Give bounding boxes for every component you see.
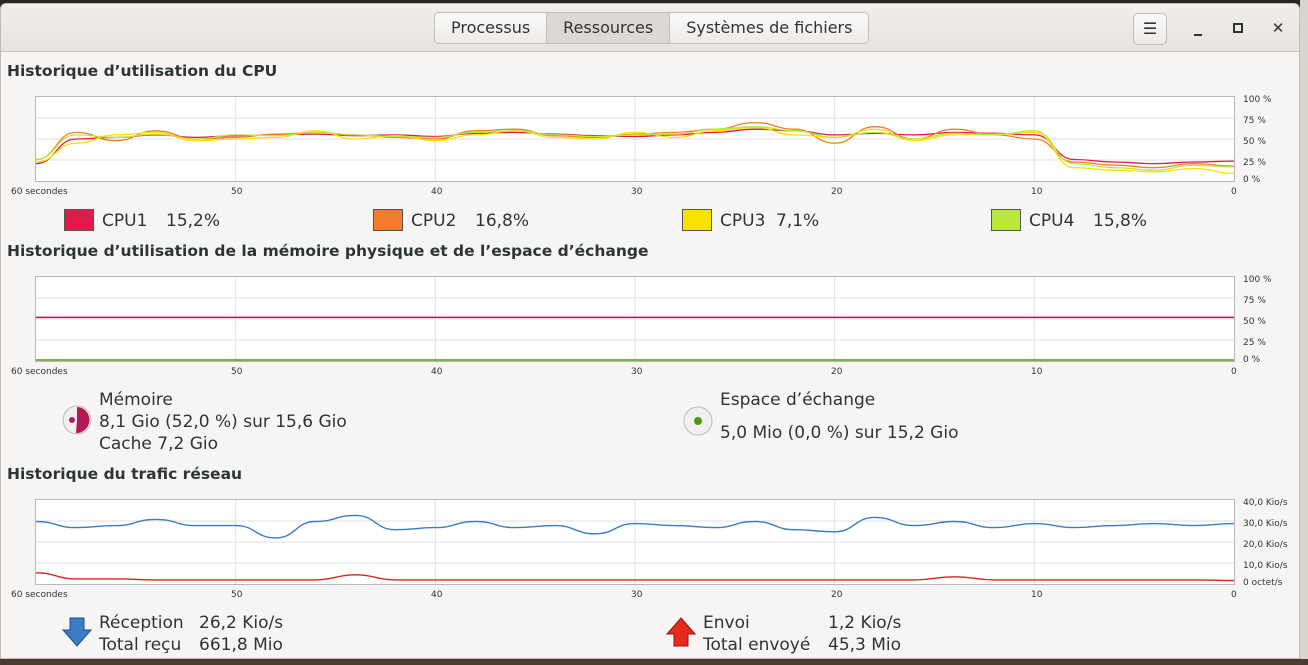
cpu-y-tick: 75 % (1243, 116, 1266, 126)
tab-ressources[interactable]: Ressources (547, 12, 671, 44)
cpu2-color-swatch[interactable] (373, 209, 403, 231)
network-y-tick: 0 octet/s (1243, 578, 1283, 588)
memory-x-tick: 10 (1031, 367, 1043, 377)
memory-pie-icon[interactable] (61, 404, 93, 436)
net-graph-svg (36, 500, 1234, 584)
network-x-tick: 30 (631, 590, 643, 600)
cpu1-label: CPU1 (102, 211, 148, 231)
memory-y-tick: 50 % (1243, 317, 1266, 327)
memory-x-tick: 40 (431, 367, 443, 377)
upload-arrow-icon[interactable] (665, 616, 697, 648)
network-x-tick: 0 (1231, 590, 1237, 600)
memory-label: Mémoire (99, 390, 173, 410)
cpu2-value: 16,8% (475, 211, 530, 231)
tx-value: 1,2 Kio/s (828, 613, 902, 633)
mem-graph-svg (36, 277, 1234, 361)
cpu-section-title: Historique d’utilisation du CPU (7, 62, 278, 80)
network-x-tick: 20 (831, 590, 843, 600)
network-x-tick: 40 (431, 590, 443, 600)
swap-label: Espace d’échange (720, 390, 876, 410)
network-y-tick: 40,0 Kio/s (1243, 498, 1288, 508)
view-switcher: Processus Ressources Systèmes de fichier… (434, 12, 870, 44)
cpu1-value: 15,2% (166, 211, 221, 231)
cpu-x-tick: 0 (1231, 187, 1237, 197)
desktop-background-right (1300, 0, 1308, 665)
memory-x-tick: 20 (831, 367, 843, 377)
cpu-x-tick: 20 (831, 187, 843, 197)
memory-history-graph (35, 276, 1235, 362)
cpu-x-tick: 30 (631, 187, 643, 197)
cpu-x-tick: 60 secondes (11, 187, 68, 197)
cpu3-value: 7,1% (776, 211, 820, 231)
minimize-icon (1194, 34, 1202, 36)
memory-section-title: Historique d’utilisation de la mémoire p… (7, 242, 649, 260)
rx-total-label: Total reçu (99, 635, 182, 655)
memory-usage: 8,1 Gio (52,0 %) sur 15,6 Gio (99, 412, 347, 432)
desktop-background-bottom (0, 659, 1308, 665)
cpu3-color-swatch[interactable] (682, 209, 712, 231)
tab-processus[interactable]: Processus (434, 12, 548, 44)
cpu3-label: CPU3 (720, 211, 766, 231)
cpu-x-tick: 50 (231, 187, 243, 197)
close-button[interactable]: ✕ (1263, 13, 1293, 43)
rx-label: Réception (99, 613, 184, 633)
cpu4-color-swatch[interactable] (991, 209, 1021, 231)
memory-x-tick: 0 (1231, 367, 1237, 377)
minimize-button[interactable] (1183, 13, 1213, 43)
tx-label: Envoi (703, 613, 750, 633)
network-x-tick: 60 secondes (11, 590, 68, 600)
network-section-title: Historique du trafic réseau (7, 465, 243, 483)
close-icon: ✕ (1271, 19, 1285, 37)
cpu4-label: CPU4 (1029, 211, 1075, 231)
tab-systemes-de-fichiers[interactable]: Systèmes de fichiers (670, 12, 870, 44)
cpu4-value: 15,8% (1093, 211, 1148, 231)
memory-x-tick: 50 (231, 367, 243, 377)
download-arrow-icon[interactable] (61, 616, 93, 648)
cpu-y-tick: 0 % (1243, 175, 1261, 185)
cpu2-label: CPU2 (411, 211, 457, 231)
network-y-tick: 30,0 Kio/s (1243, 519, 1288, 529)
tx-total-label: Total envoyé (703, 635, 811, 655)
cpu1-color-swatch[interactable] (64, 209, 94, 231)
tx-total-value: 45,3 Mio (828, 635, 902, 655)
cpu-x-tick: 10 (1031, 187, 1043, 197)
swap-usage: 5,0 Mio (0,0 %) sur 15,2 Gio (720, 423, 959, 443)
cpu-x-tick: 40 (431, 187, 443, 197)
hamburger-icon: ☰ (1142, 19, 1158, 38)
memory-y-tick: 100 % (1243, 275, 1272, 285)
rx-value: 26,2 Kio/s (199, 613, 284, 633)
network-history-graph (35, 499, 1235, 585)
cpu-y-tick: 100 % (1243, 95, 1272, 105)
swap-pie-icon[interactable] (682, 405, 714, 437)
cpu-y-tick: 25 % (1243, 158, 1266, 168)
network-x-tick: 10 (1031, 590, 1043, 600)
memory-cache: Cache 7,2 Gio (99, 434, 219, 454)
network-y-tick: 10,0 Kio/s (1243, 561, 1288, 571)
cpu-y-tick: 50 % (1243, 137, 1266, 147)
header-bar: Processus Ressources Systèmes de fichier… (1, 4, 1299, 52)
menu-button[interactable]: ☰ (1133, 13, 1167, 45)
memory-y-tick: 25 % (1243, 338, 1266, 348)
memory-x-tick: 30 (631, 367, 643, 377)
network-y-tick: 20,0 Kio/s (1243, 540, 1288, 550)
memory-y-tick: 75 % (1243, 296, 1266, 306)
network-x-tick: 50 (231, 590, 243, 600)
memory-y-tick: 0 % (1243, 355, 1261, 365)
system-monitor-window: Processus Ressources Systèmes de fichier… (0, 3, 1300, 659)
cpu-graph-svg (36, 97, 1234, 181)
rx-total-value: 661,8 Mio (199, 635, 283, 655)
memory-x-tick: 60 secondes (11, 367, 68, 377)
maximize-icon (1233, 23, 1243, 33)
cpu-history-graph (35, 96, 1235, 182)
maximize-button[interactable] (1223, 13, 1253, 43)
